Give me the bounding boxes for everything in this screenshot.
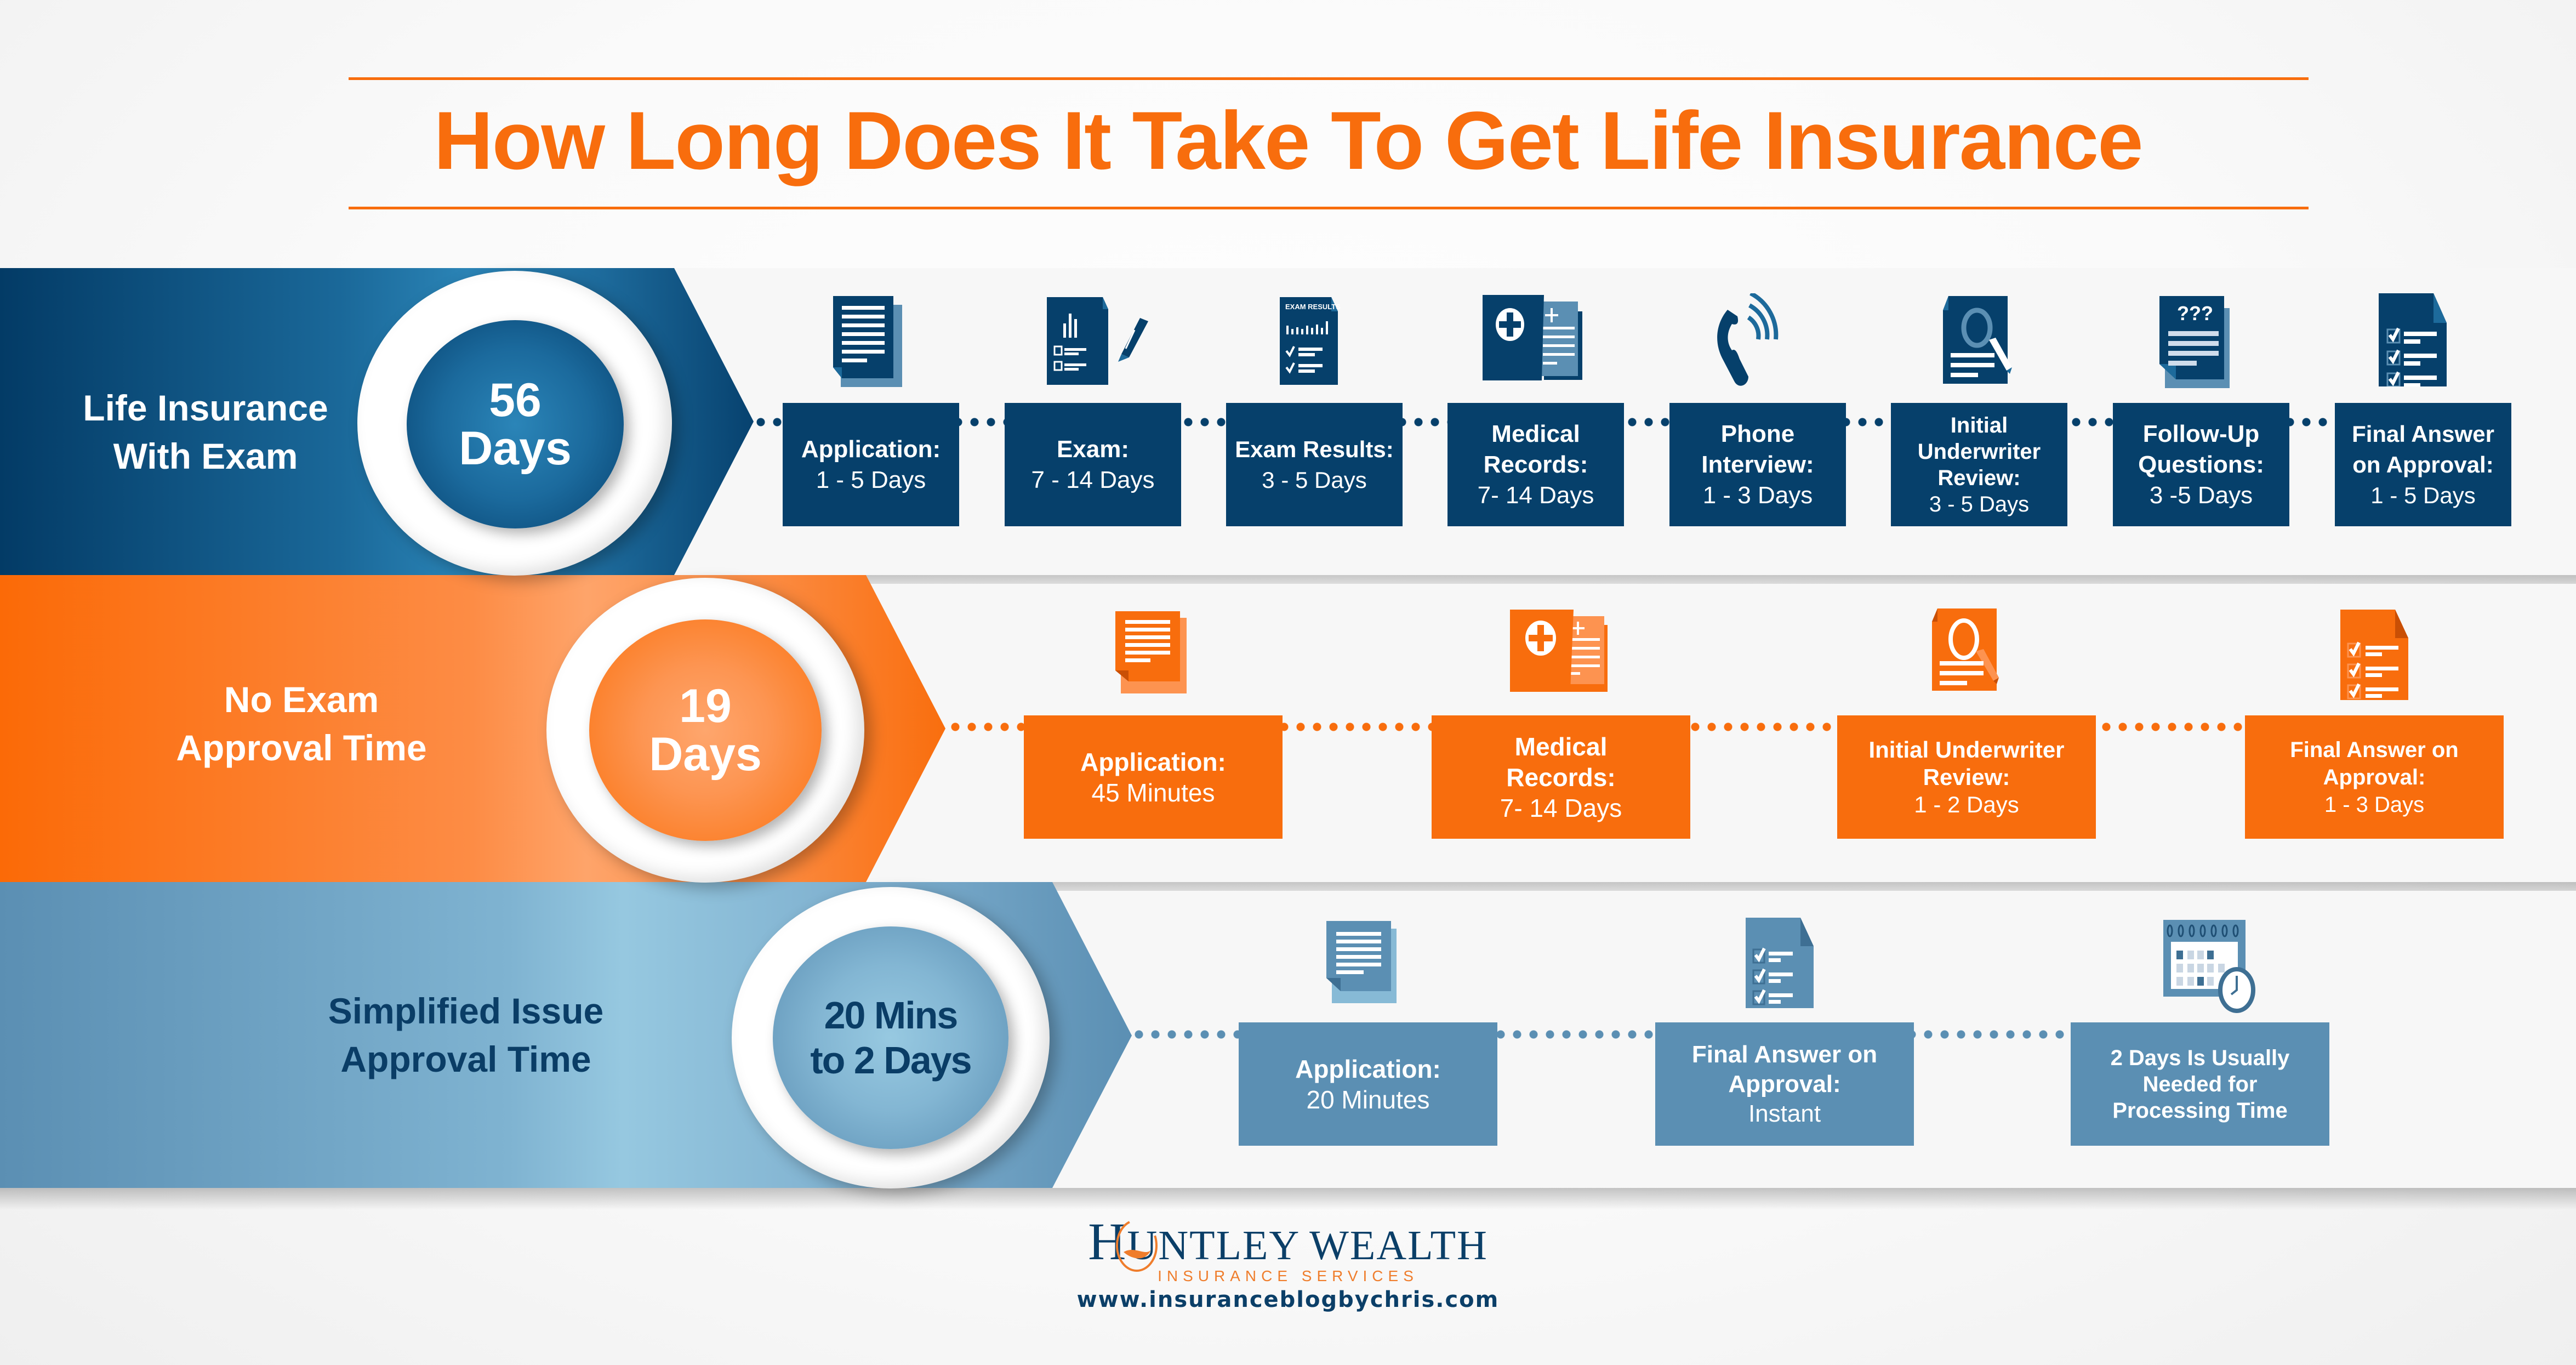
website-url-link[interactable]: www.insuranceblogbychris.com xyxy=(0,1287,2576,1312)
magnifier-document-icon xyxy=(1932,608,1999,691)
logo-wordmark: HUNTLEY WEALTH xyxy=(0,1215,2576,1269)
step-box: Medical Records: 7- 14 Days xyxy=(1447,403,1624,526)
step-duration: 3 - 5 Days xyxy=(1929,492,2030,516)
step-label: Phone Interview: xyxy=(1701,420,1814,478)
logo-subtitle: INSURANCE SERVICES xyxy=(1158,1267,1418,1284)
step-box: Exam Results: 3 - 5 Days xyxy=(1226,403,1403,526)
step-duration: 20 Minutes xyxy=(1306,1085,1430,1114)
band-label-line2: With Exam xyxy=(113,436,298,476)
step-duration: 1 - 2 Days xyxy=(1914,791,2019,817)
phone-icon xyxy=(1717,293,1779,386)
step-box: Initial Underwriter Review: 1 - 2 Days xyxy=(1837,715,2096,839)
total-badge-with-exam: 56 Days xyxy=(407,320,624,528)
step-box: Exam: 7 - 14 Days xyxy=(1005,403,1181,526)
exam-results-icon: EXAM RESULTS xyxy=(1280,297,1341,385)
step-label: Final Answer on Approval: xyxy=(2352,420,2494,477)
step-box: Final Answer on Approval: Instant xyxy=(1655,1022,1914,1146)
band-label-line1: Simplified Issue xyxy=(328,991,604,1031)
band-label-no-exam: No Exam Approval Time xyxy=(126,675,477,772)
band-label-line1: Life Insurance xyxy=(83,388,328,428)
step-duration: 1 - 3 Days xyxy=(1702,481,1813,509)
step-box: 2 Days Is Usually Needed for Processing … xyxy=(2071,1022,2329,1146)
total-badge-simplified-issue: 20 Mins to 2 Days xyxy=(773,926,1008,1149)
step-label: Medical Records: xyxy=(1506,732,1616,792)
total-badge-no-exam: 19 Days xyxy=(589,619,822,841)
step-box: Application: 1 - 5 Days xyxy=(783,403,959,526)
question-icon-text: ??? xyxy=(2177,302,2213,325)
step-label: Final Answer on Approval: xyxy=(2290,737,2459,789)
checklist-icon xyxy=(1746,918,1814,1008)
step-label: Exam: xyxy=(1056,435,1130,463)
step-label: Application: xyxy=(1295,1054,1441,1083)
document-icon xyxy=(1115,611,1187,693)
document-icon xyxy=(833,296,902,387)
company-logo: HUNTLEY WEALTH INSURANCE SERVICES xyxy=(0,1215,2576,1285)
step-label: Medical Records: xyxy=(1483,420,1588,478)
band-label-line1: No Exam xyxy=(224,679,379,720)
question-document-icon: ??? xyxy=(2159,296,2230,388)
step-label: Application: xyxy=(801,435,941,463)
step-label: Application: xyxy=(1080,747,1226,776)
step-box: Final Answer on Approval: 1 - 5 Days xyxy=(2335,403,2511,526)
exam-form-pencil-icon xyxy=(1047,297,1148,385)
step-box: Application: 45 Minutes xyxy=(1024,715,1283,839)
calendar-clock-icon xyxy=(2163,920,2255,1013)
step-box: Follow-Up Questions: 3 -5 Days xyxy=(2113,403,2289,526)
step-duration: 1 - 5 Days xyxy=(2370,482,2476,508)
step-duration: 7- 14 Days xyxy=(1500,793,1622,822)
total-value: 20 Mins xyxy=(824,994,959,1037)
total-unit: Days xyxy=(649,728,762,781)
step-label: Exam Results: xyxy=(1235,436,1394,462)
step-box: Initial Underwriter Review: 3 - 5 Days xyxy=(1891,403,2067,526)
total-unit: to 2 Days xyxy=(810,1039,972,1082)
step-label: Initial Underwriter Review: xyxy=(1868,736,2065,790)
step-box: Medical Records: 7- 14 Days xyxy=(1432,715,1690,839)
band-label-simplified-issue: Simplified Issue Approval Time xyxy=(274,987,658,1083)
total-value: 19 xyxy=(679,680,732,732)
step-box: Final Answer on Approval: 1 - 3 Days xyxy=(2245,715,2504,839)
logo-swoosh-icon xyxy=(1116,1219,1158,1272)
medical-records-icon xyxy=(1510,610,1608,692)
band-label-line2: Approval Time xyxy=(340,1039,591,1079)
step-label: Initial Underwriter Review: xyxy=(1917,413,2041,490)
document-icon xyxy=(1326,921,1397,1003)
step-duration: Instant xyxy=(1748,1100,1821,1127)
step-box: Application: 20 Minutes xyxy=(1239,1022,1497,1146)
step-duration: 1 - 3 Days xyxy=(2324,792,2425,817)
step-duration: 3 - 5 Days xyxy=(1262,467,1367,493)
step-label: 2 Days Is Usually Needed for Processing … xyxy=(2110,1045,2290,1123)
magnifier-document-icon xyxy=(1943,296,2012,384)
step-label: Follow-Up Questions: xyxy=(2138,420,2264,478)
total-unit: Days xyxy=(459,422,572,475)
step-duration: 3 -5 Days xyxy=(2149,481,2253,509)
step-box: Phone Interview: 1 - 3 Days xyxy=(1669,403,1846,526)
step-duration: 45 Minutes xyxy=(1091,778,1215,807)
step-label: Final Answer on Approval: xyxy=(1691,1040,1878,1097)
band-label-line2: Approval Time xyxy=(176,727,427,768)
exam-results-icon-text: EXAM RESULTS xyxy=(1285,303,1341,311)
total-value: 56 xyxy=(489,374,542,426)
step-duration: 1 - 5 Days xyxy=(816,466,926,493)
band-label-with-exam: Life Insurance With Exam xyxy=(44,384,367,480)
medical-records-icon xyxy=(1483,295,1582,380)
checklist-icon xyxy=(2340,610,2408,700)
checklist-icon xyxy=(2379,293,2447,386)
step-duration: 7 - 14 Days xyxy=(1031,466,1155,493)
logo-name: UNTLEY WEALTH xyxy=(1127,1222,1488,1269)
step-duration: 7- 14 Days xyxy=(1477,481,1594,509)
